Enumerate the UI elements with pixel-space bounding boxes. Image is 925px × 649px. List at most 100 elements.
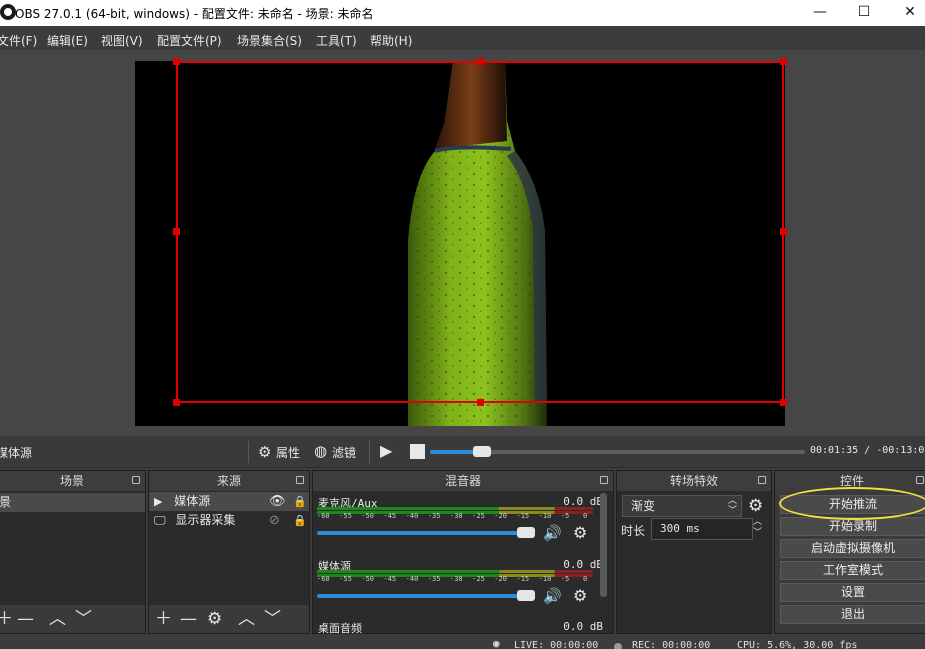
meter-tick-label: -15 [516,575,530,583]
transition-settings-gear-icon[interactable]: ⚙ [748,496,763,516]
menu-profile[interactable]: 配置文件(P) [157,32,222,49]
selected-source-label: 媒体源 [0,446,33,460]
resize-handle-bottom-right[interactable] [780,399,787,406]
menu-tools[interactable]: 工具(T) [316,32,357,49]
lock-icon[interactable]: 🔒 [293,511,307,530]
resize-handle-top-left[interactable] [173,58,180,65]
duration-spinbox[interactable]: 300 ms [651,518,753,540]
gear-icon: ⚙ [258,443,272,461]
resize-handle-bottom-left[interactable] [173,399,180,406]
move-down-icon[interactable]: ﹀ [264,608,281,630]
gear-icon[interactable]: ⚙ [573,586,587,605]
resize-handle-bottom[interactable] [477,399,484,406]
dock-title: 转场特效 [617,471,771,491]
meter-tick-label: 0 [583,512,588,520]
highlight-annotation [779,487,925,520]
divider [369,441,370,463]
live-status: LIVE: 00:00:00 [514,640,599,649]
meter-tick-label: -5 [560,512,570,520]
seek-bar-handle[interactable] [473,446,491,457]
minimize-button[interactable]: — [797,0,843,26]
volume-slider[interactable] [317,531,535,535]
dock-footer: ＋ — ⚙ ︿ ﹀ [149,605,309,633]
live-indicator-icon: ◉ [493,637,500,649]
meter-tick-label: -5 [560,575,570,583]
undock-icon[interactable] [916,476,924,484]
move-up-icon[interactable]: ︿ [49,608,66,630]
sources-dock: 来源 ▶ 媒体源 👁 🔒 🖵 显示器采集 ⊘ 🔒 ＋ — ⚙ ︿ ﹀ [148,470,310,634]
meter-tick-label: -55 [339,512,352,520]
move-down-icon[interactable]: ﹀ [75,608,92,630]
start-virtual-camera-button[interactable]: 启动虚拟摄像机 [780,539,925,558]
menu-view[interactable]: 视图(V) [101,32,143,49]
source-settings-gear-icon[interactable]: ⚙ [207,608,222,630]
meter-tick-label: -40 [405,575,419,583]
remove-source-icon[interactable]: — [180,608,197,630]
volume-slider-handle[interactable] [517,590,535,601]
resize-handle-left[interactable] [173,228,180,235]
menu-edit[interactable]: 编辑(E) [47,32,88,49]
close-button[interactable]: ✕ [887,0,925,26]
filter-icon: ◍ [314,442,328,460]
undock-icon[interactable] [600,476,608,484]
level-meter [317,507,593,510]
volume-slider-handle[interactable] [517,527,535,538]
spin-arrows-icon[interactable]: ︿ ﹀ [753,517,762,539]
duration-label: 时长 [621,524,646,538]
meter-tick-label: 0 [583,575,588,583]
menu-bar: 文件(F) 编辑(E) 视图(V) 配置文件(P) 场景集合(S) 工具(T) … [0,28,925,50]
remove-scene-icon[interactable]: — [17,608,34,630]
menu-help[interactable]: 帮助(H) [370,32,412,49]
lock-icon[interactable]: 🔒 [293,492,307,511]
source-toolbar: 媒体源 ⚙ 属性 ◍ 滤镜 ▶ 00:01:35 / -00:13:02 [0,436,925,468]
meter-tick-label: -35 [427,512,441,520]
stop-icon[interactable] [410,444,425,459]
dock-title: 混音器 [313,471,613,491]
filters-button[interactable]: ◍ 滤镜 [314,441,362,463]
settings-button[interactable]: 设置 [780,583,925,602]
add-scene-icon[interactable]: ＋ [0,608,13,630]
menu-file[interactable]: 文件(F) [0,32,37,49]
speaker-icon[interactable]: 🔊 [543,524,562,542]
meter-tick-label: -10 [538,575,552,583]
scene-transitions-dock: 转场特效 渐变 ︿ ﹀ ⚙ 时长 300 ms ︿ ﹀ [616,470,772,634]
cpu-status: CPU: 5.6%, 30.00 fps [737,640,858,649]
status-bar: ◉ LIVE: 00:00:00 REC: 00:00:00 CPU: 5.6%… [0,634,925,649]
undock-icon[interactable] [758,476,766,484]
source-item[interactable]: ▶ 媒体源 👁 🔒 [149,492,309,511]
properties-button[interactable]: ⚙ 属性 [258,441,304,463]
mixer-scrollbar[interactable] [600,493,607,597]
meter-tick-label: -15 [516,512,530,520]
exit-button[interactable]: 退出 [780,605,925,624]
play-icon[interactable]: ▶ [380,441,392,460]
eye-hidden-icon[interactable]: ⊘ [269,511,280,530]
undock-icon[interactable] [296,476,304,484]
volume-slider[interactable] [317,594,535,598]
meter-tick-label: -50 [361,512,374,520]
meter-tick-label: -60 [317,512,330,520]
resize-handle-top[interactable] [477,58,484,65]
source-selection-box[interactable] [176,61,784,403]
source-label: 显示器采集 [175,513,236,527]
eye-icon[interactable]: 👁 [269,492,286,511]
transition-select[interactable]: 渐变 ︿ ﹀ [622,495,742,517]
media-seek-bar[interactable] [430,446,805,457]
studio-mode-button[interactable]: 工作室模式 [780,561,925,580]
speaker-icon[interactable]: 🔊 [543,587,562,605]
resize-handle-top-right[interactable] [780,58,787,65]
gear-icon[interactable]: ⚙ [573,523,587,542]
menu-scene-collection[interactable]: 场景集合(S) [237,32,302,49]
add-source-icon[interactable]: ＋ [155,608,172,630]
move-up-icon[interactable]: ︿ [238,608,255,630]
source-item[interactable]: 🖵 显示器采集 ⊘ 🔒 [149,511,309,530]
resize-handle-right[interactable] [780,228,787,235]
dock-title: 来源 [149,471,309,491]
meter-tick-label: -30 [450,512,463,520]
scene-item[interactable]: 景 [0,493,145,512]
undock-icon[interactable] [132,476,140,484]
maximize-button[interactable]: ☐ [841,0,887,26]
meter-tick-label: -45 [383,575,397,583]
duration-value: 300 ms [660,522,700,535]
dock-footer: ＋ — ︿ ﹀ [0,605,145,633]
meter-tick-label: -25 [472,512,485,520]
